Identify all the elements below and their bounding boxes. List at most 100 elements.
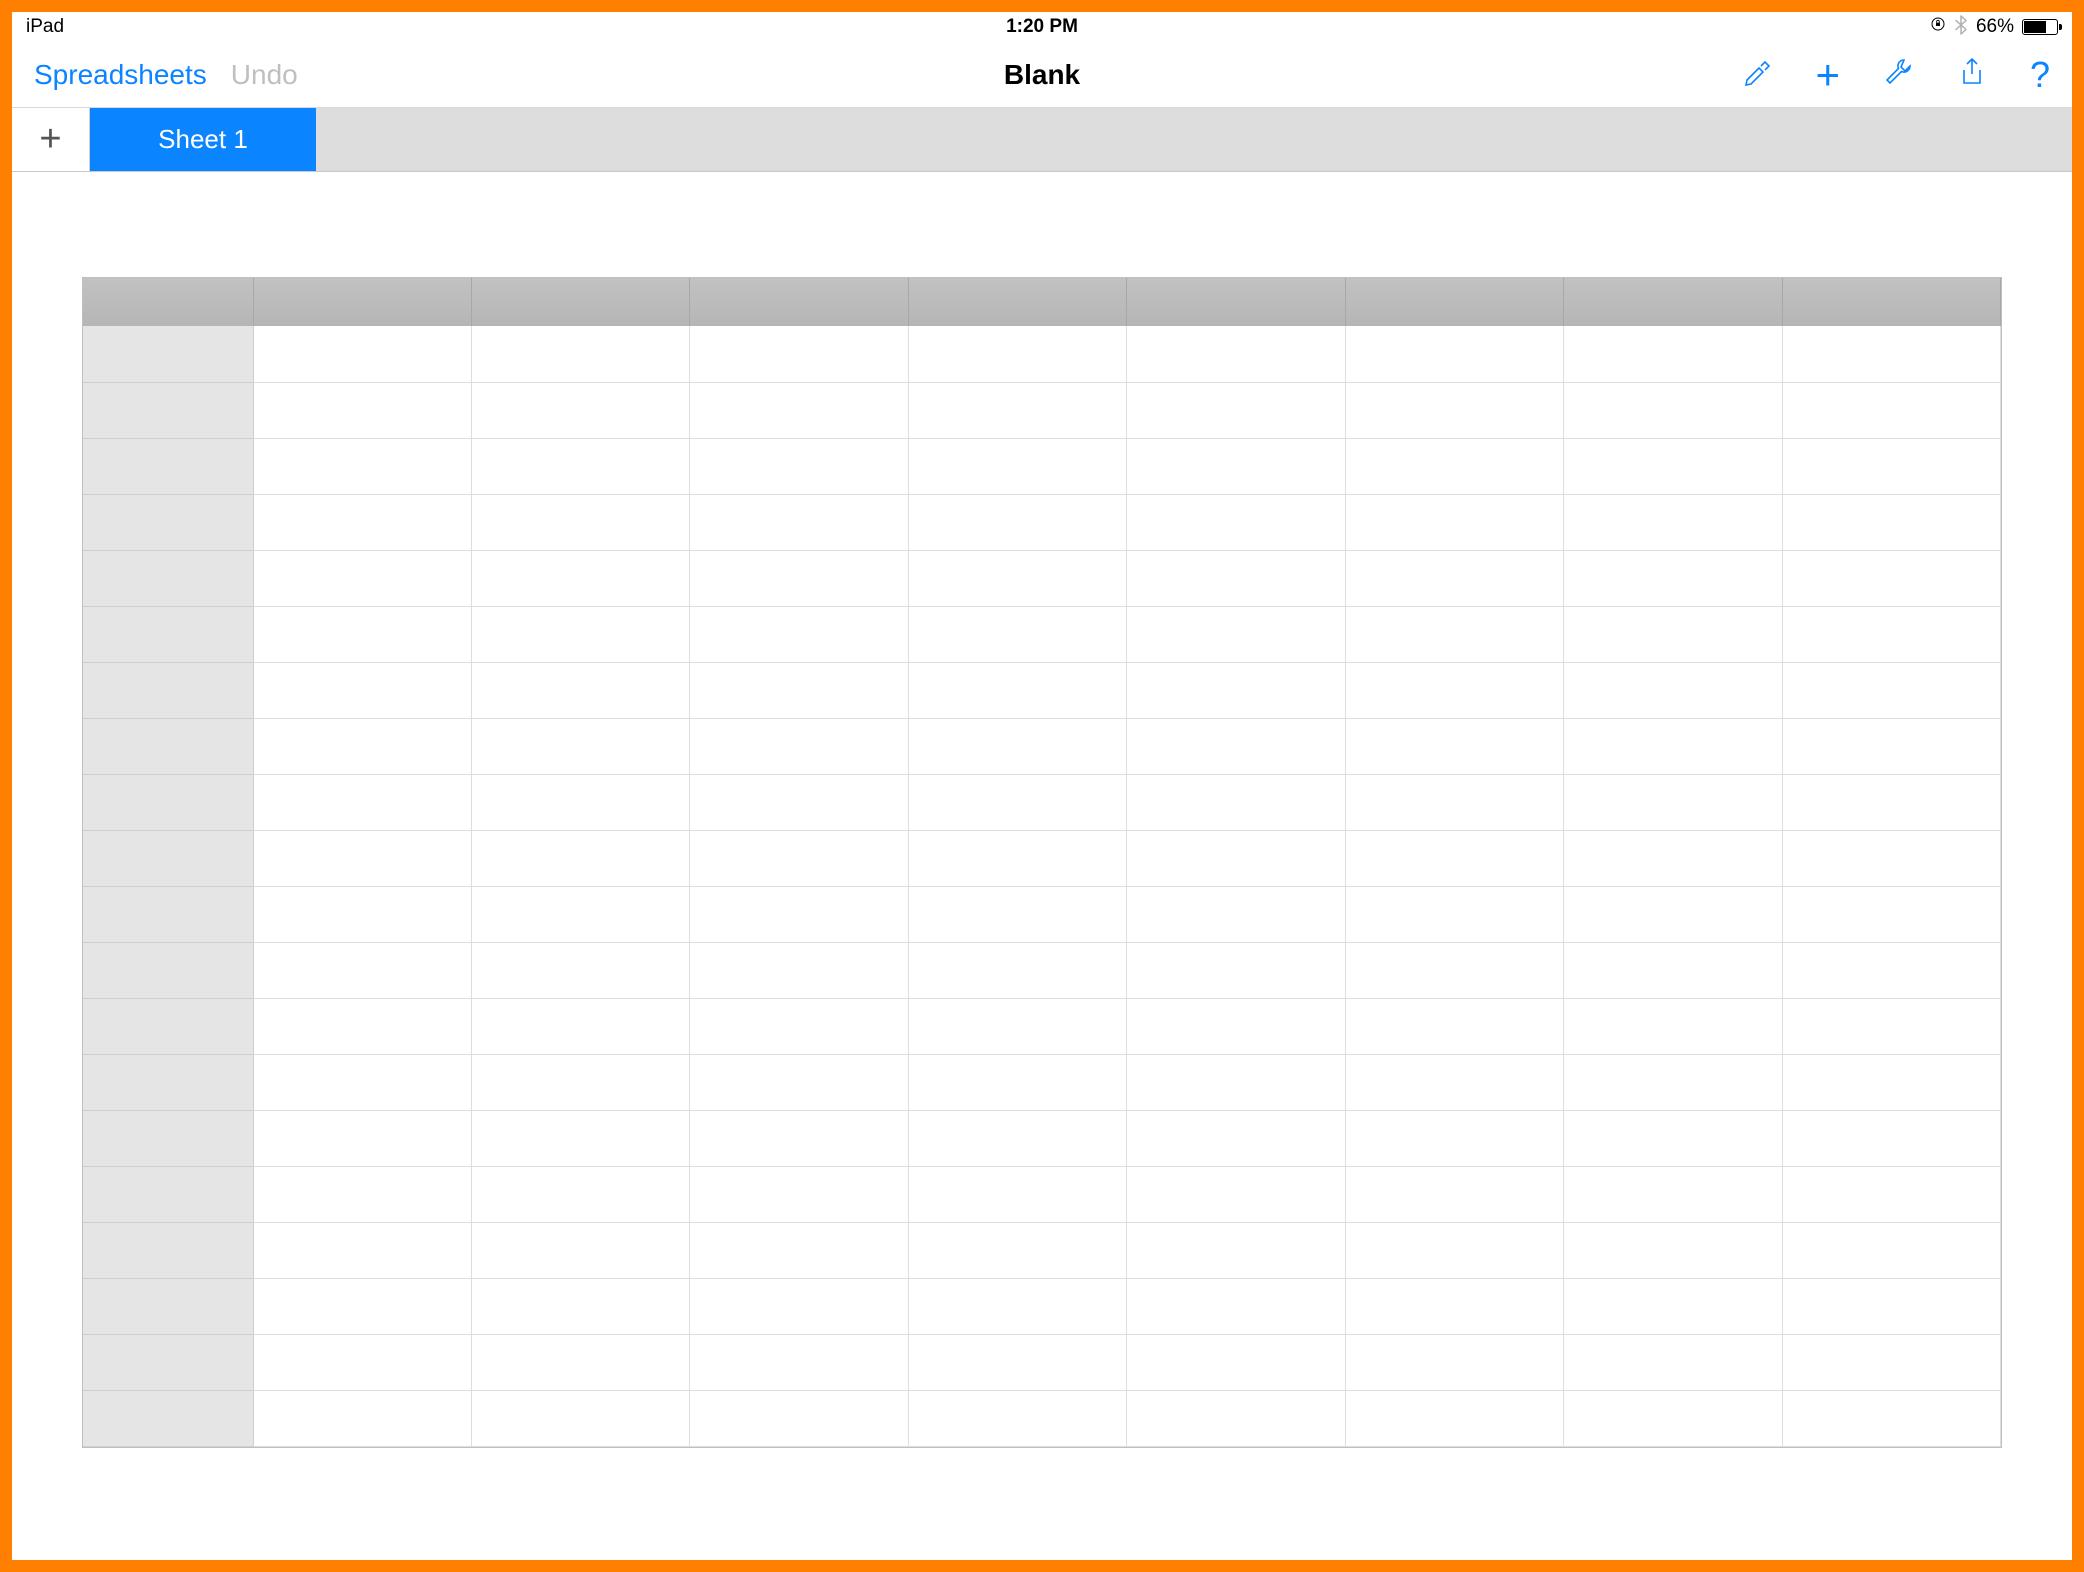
cell[interactable] <box>1345 438 1563 494</box>
cell[interactable] <box>1345 382 1563 438</box>
cell[interactable] <box>690 942 908 998</box>
cell[interactable] <box>1345 494 1563 550</box>
cell[interactable] <box>1345 998 1563 1054</box>
cell[interactable] <box>1782 494 2000 550</box>
cell[interactable] <box>1345 606 1563 662</box>
cell[interactable] <box>1127 662 1345 718</box>
row-header[interactable] <box>83 1334 253 1390</box>
cell[interactable] <box>1127 1334 1345 1390</box>
cell[interactable] <box>908 1334 1126 1390</box>
cell[interactable] <box>1782 886 2000 942</box>
cell[interactable] <box>471 830 689 886</box>
cell[interactable] <box>690 662 908 718</box>
cell[interactable] <box>908 1166 1126 1222</box>
row-header[interactable] <box>83 494 253 550</box>
cell[interactable] <box>1127 1110 1345 1166</box>
cell[interactable] <box>253 718 471 774</box>
cell[interactable] <box>1564 1110 1782 1166</box>
cell[interactable] <box>908 1054 1126 1110</box>
cell[interactable] <box>1564 718 1782 774</box>
cell[interactable] <box>690 1278 908 1334</box>
cell[interactable] <box>690 1110 908 1166</box>
cell[interactable] <box>1782 1110 2000 1166</box>
cell[interactable] <box>1564 606 1782 662</box>
cell[interactable] <box>471 606 689 662</box>
cell[interactable] <box>471 942 689 998</box>
cell[interactable] <box>1127 718 1345 774</box>
cell[interactable] <box>253 1390 471 1446</box>
cell[interactable] <box>1127 606 1345 662</box>
cell[interactable] <box>253 606 471 662</box>
cell[interactable] <box>690 1222 908 1278</box>
cell[interactable] <box>690 886 908 942</box>
cell[interactable] <box>1782 942 2000 998</box>
help-icon[interactable]: ? <box>2030 54 2050 96</box>
sheet-tab-active[interactable]: Sheet 1 <box>90 108 316 171</box>
cell[interactable] <box>1345 718 1563 774</box>
cell[interactable] <box>1782 998 2000 1054</box>
cell[interactable] <box>1564 662 1782 718</box>
cell[interactable] <box>1782 1390 2000 1446</box>
cell[interactable] <box>1345 1334 1563 1390</box>
row-header[interactable] <box>83 1166 253 1222</box>
cell[interactable] <box>253 326 471 382</box>
row-header[interactable] <box>83 774 253 830</box>
cell[interactable] <box>908 606 1126 662</box>
cell[interactable] <box>1345 1390 1563 1446</box>
cell[interactable] <box>471 1054 689 1110</box>
cell[interactable] <box>1127 942 1345 998</box>
cell[interactable] <box>1345 1054 1563 1110</box>
cell[interactable] <box>1345 830 1563 886</box>
cell[interactable] <box>253 830 471 886</box>
cell[interactable] <box>1564 1390 1782 1446</box>
cell[interactable] <box>1782 718 2000 774</box>
row-header[interactable] <box>83 1278 253 1334</box>
cell[interactable] <box>253 886 471 942</box>
cell[interactable] <box>1564 886 1782 942</box>
cell[interactable] <box>1127 382 1345 438</box>
cell[interactable] <box>471 550 689 606</box>
cell[interactable] <box>1782 1054 2000 1110</box>
row-header[interactable] <box>83 1110 253 1166</box>
row-header[interactable] <box>83 942 253 998</box>
cell[interactable] <box>1782 1334 2000 1390</box>
cell[interactable] <box>253 998 471 1054</box>
cell[interactable] <box>908 998 1126 1054</box>
cell[interactable] <box>1564 1166 1782 1222</box>
cell[interactable] <box>1564 1278 1782 1334</box>
row-header[interactable] <box>83 1390 253 1446</box>
cell[interactable] <box>471 998 689 1054</box>
row-header[interactable] <box>83 886 253 942</box>
column-header[interactable] <box>1345 278 1563 326</box>
cell[interactable] <box>1782 438 2000 494</box>
cell[interactable] <box>471 662 689 718</box>
column-header[interactable] <box>908 278 1126 326</box>
format-brush-icon[interactable] <box>1741 56 1773 93</box>
cell[interactable] <box>253 1054 471 1110</box>
cell[interactable] <box>1127 494 1345 550</box>
cell[interactable] <box>1782 550 2000 606</box>
cell[interactable] <box>1564 1334 1782 1390</box>
cell[interactable] <box>471 718 689 774</box>
cell[interactable] <box>253 942 471 998</box>
share-icon[interactable] <box>1956 56 1988 93</box>
cell[interactable] <box>253 1334 471 1390</box>
cell[interactable] <box>471 326 689 382</box>
cell[interactable] <box>1127 1166 1345 1222</box>
cell[interactable] <box>1345 886 1563 942</box>
cell[interactable] <box>1127 1278 1345 1334</box>
cell[interactable] <box>471 438 689 494</box>
cell[interactable] <box>690 550 908 606</box>
cell[interactable] <box>253 1166 471 1222</box>
cell[interactable] <box>690 1390 908 1446</box>
cell[interactable] <box>471 1390 689 1446</box>
cell[interactable] <box>471 1110 689 1166</box>
cell[interactable] <box>908 326 1126 382</box>
cell[interactable] <box>253 550 471 606</box>
cell[interactable] <box>1782 1278 2000 1334</box>
cell[interactable] <box>253 1222 471 1278</box>
cell[interactable] <box>1345 662 1563 718</box>
cell[interactable] <box>1564 326 1782 382</box>
cell[interactable] <box>690 998 908 1054</box>
cell[interactable] <box>1564 1222 1782 1278</box>
